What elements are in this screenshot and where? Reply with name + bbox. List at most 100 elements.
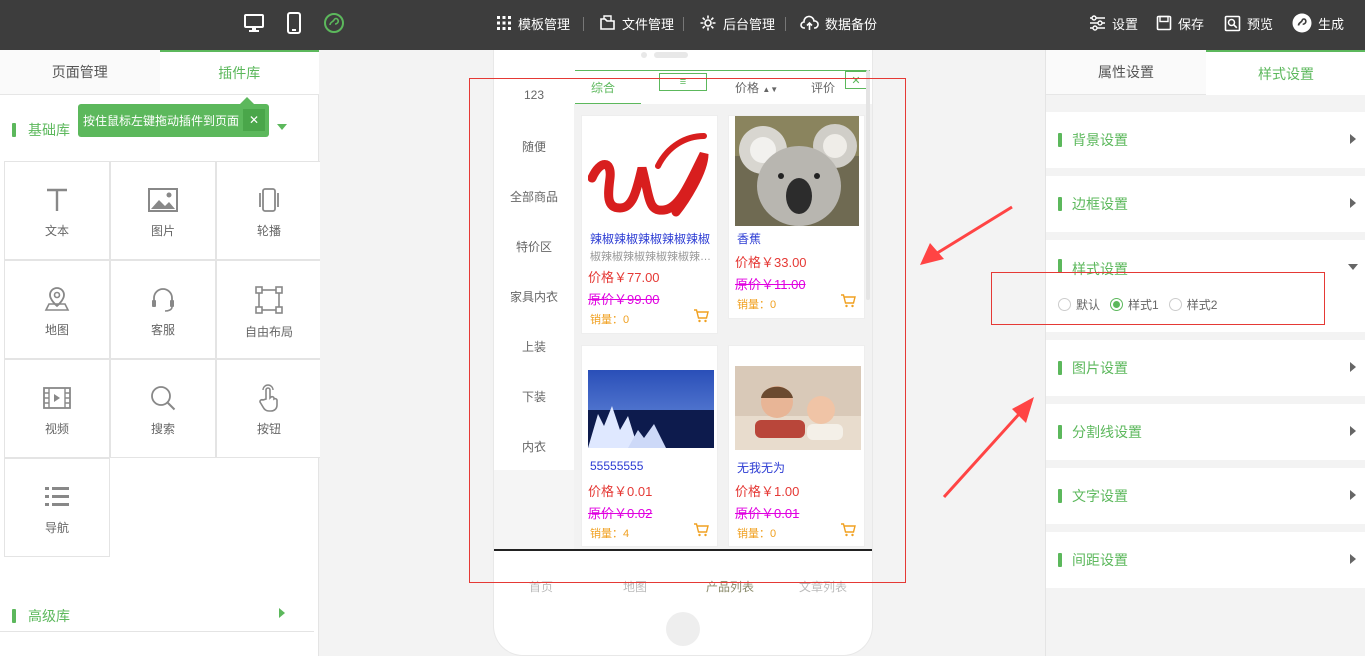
save-icon (1156, 15, 1172, 31)
sliders-icon (1090, 15, 1105, 31)
caret-right-icon (1350, 198, 1356, 208)
plugin-video-label: 视频 (44, 422, 69, 436)
cloud-upload-icon (800, 15, 819, 30)
tooltip-text: 按住鼠标左键拖动插件到页面 (83, 114, 240, 128)
plugin-button-label: 按钮 (256, 422, 281, 436)
generate-label: 生成 (1318, 16, 1345, 32)
caret-right-icon (1350, 362, 1356, 372)
tab-attribute-settings[interactable]: 属性设置 (1046, 50, 1206, 95)
plugin-carousel[interactable]: 轮播 (216, 161, 322, 260)
file-manage-menu[interactable]: 文件管理 (599, 0, 674, 46)
plugin-map[interactable]: 地图 (4, 260, 110, 359)
plugin-video[interactable]: 视频 (4, 359, 110, 458)
caret-right-icon (279, 608, 285, 618)
section-marker (1058, 553, 1062, 567)
plugin-map-label: 地图 (44, 323, 69, 337)
basic-library-label: 基础库 (28, 122, 70, 138)
settings-button[interactable]: 设置 (1089, 0, 1138, 46)
data-backup-menu[interactable]: 数据备份 (800, 0, 877, 46)
annotation-arrow-up-right (942, 397, 1034, 499)
grid-icon (497, 16, 511, 30)
file-manage-label: 文件管理 (622, 16, 675, 32)
video-icon (43, 387, 71, 409)
section-marker (12, 123, 16, 137)
section-label: 背景设置 (1072, 132, 1128, 148)
top-toolbar: 模板管理 文件管理 后台管理 数据备份 设置 保存 预览 生成 (0, 0, 1365, 50)
section-label: 边框设置 (1072, 196, 1128, 212)
preview-label: 预览 (1247, 16, 1274, 32)
home-button[interactable] (666, 612, 700, 646)
tab-page-manage[interactable]: 页面管理 (0, 50, 160, 94)
section-marker (1058, 361, 1062, 375)
tab-style-settings[interactable]: 样式设置 (1206, 50, 1365, 95)
basic-library-header[interactable]: 基础库 (12, 120, 70, 140)
phone-speaker (654, 52, 688, 58)
save-button[interactable]: 保存 (1156, 0, 1204, 46)
annotation-arrow-down-left (920, 205, 1013, 265)
section-spacing[interactable]: 间距设置 (1046, 532, 1365, 588)
caret-right-icon (1350, 426, 1356, 436)
list-icon (45, 487, 69, 506)
section-marker (1058, 259, 1062, 273)
backend-manage-label: 后台管理 (723, 16, 776, 32)
canvas-area: 综合 ≡ 价格 ▲▼ 评价 ✕ 123 随便 全部商品 特价区 家具内衣 上装 … (320, 50, 1045, 656)
section-marker (1058, 425, 1062, 439)
gear-icon (700, 15, 716, 31)
plugin-search-label: 搜索 (150, 422, 175, 436)
section-image[interactable]: 图片设置 (1046, 340, 1365, 396)
section-divider[interactable]: 分割线设置 (1046, 404, 1365, 460)
right-panel: 属性设置 样式设置 背景设置 边框设置 样式设置 默认 样式1 样式2 图片设置… (991, 50, 1365, 656)
search-icon (151, 386, 176, 411)
left-tabs: 页面管理 插件库 (0, 50, 319, 95)
section-label: 图片设置 (1072, 360, 1128, 376)
preview-button[interactable]: 预览 (1224, 0, 1273, 46)
plugin-image[interactable]: 图片 (110, 161, 216, 260)
data-backup-label: 数据备份 (825, 16, 878, 32)
advanced-library-header[interactable]: 高级库 (0, 600, 314, 632)
phone-camera (641, 52, 647, 58)
tooltip-arrow (240, 97, 254, 104)
tooltip-close-button[interactable]: ✕ (243, 109, 265, 131)
plugin-free-layout-label: 自由布局 (244, 325, 293, 339)
plugin-image-label: 图片 (150, 224, 175, 238)
plugin-carousel-label: 轮播 (256, 224, 281, 238)
plugin-search[interactable]: 搜索 (110, 359, 216, 458)
text-icon (47, 188, 67, 211)
section-marker (1058, 197, 1062, 211)
section-border[interactable]: 边框设置 (1046, 176, 1365, 232)
carousel-icon (259, 188, 279, 212)
map-pin-icon (44, 287, 70, 311)
right-tabs: 属性设置 样式设置 (1046, 50, 1365, 95)
annotation-box-phone (469, 78, 906, 583)
generate-icon (1292, 13, 1312, 33)
section-background[interactable]: 背景设置 (1046, 112, 1365, 168)
generate-button[interactable]: 生成 (1292, 0, 1344, 46)
plugin-text[interactable]: 文本 (4, 161, 110, 260)
folder-icon (600, 15, 615, 30)
image-icon (148, 188, 178, 212)
pointer-hand-icon (259, 384, 278, 412)
section-marker (12, 608, 16, 623)
plugin-nav-label: 导航 (44, 521, 69, 535)
plugin-text-label: 文本 (44, 224, 69, 238)
plugin-free-layout[interactable]: 自由布局 (216, 260, 322, 359)
mobile-icon[interactable] (284, 12, 304, 37)
plugin-nav[interactable]: 导航 (4, 458, 110, 557)
caret-right-icon (1350, 134, 1356, 144)
template-manage-menu[interactable]: 模板管理 (496, 0, 570, 46)
plugin-service[interactable]: 客服 (110, 260, 216, 359)
drag-tooltip: 按住鼠标左键拖动插件到页面 ✕ (78, 97, 269, 137)
free-layout-icon (255, 286, 283, 314)
tab-plugin-library[interactable]: 插件库 (159, 50, 319, 94)
section-text[interactable]: 文字设置 (1046, 468, 1365, 524)
caret-down-icon[interactable] (277, 124, 287, 130)
desktop-icon[interactable] (243, 12, 265, 37)
backend-manage-menu[interactable]: 后台管理 (699, 0, 775, 46)
plugin-button[interactable]: 按钮 (216, 359, 322, 458)
mini-program-icon[interactable] (323, 12, 345, 37)
caret-right-icon (1350, 490, 1356, 500)
headset-icon (152, 288, 174, 312)
section-label: 分割线设置 (1072, 424, 1142, 440)
template-manage-label: 模板管理 (518, 16, 571, 32)
caret-down-icon (1348, 264, 1358, 270)
